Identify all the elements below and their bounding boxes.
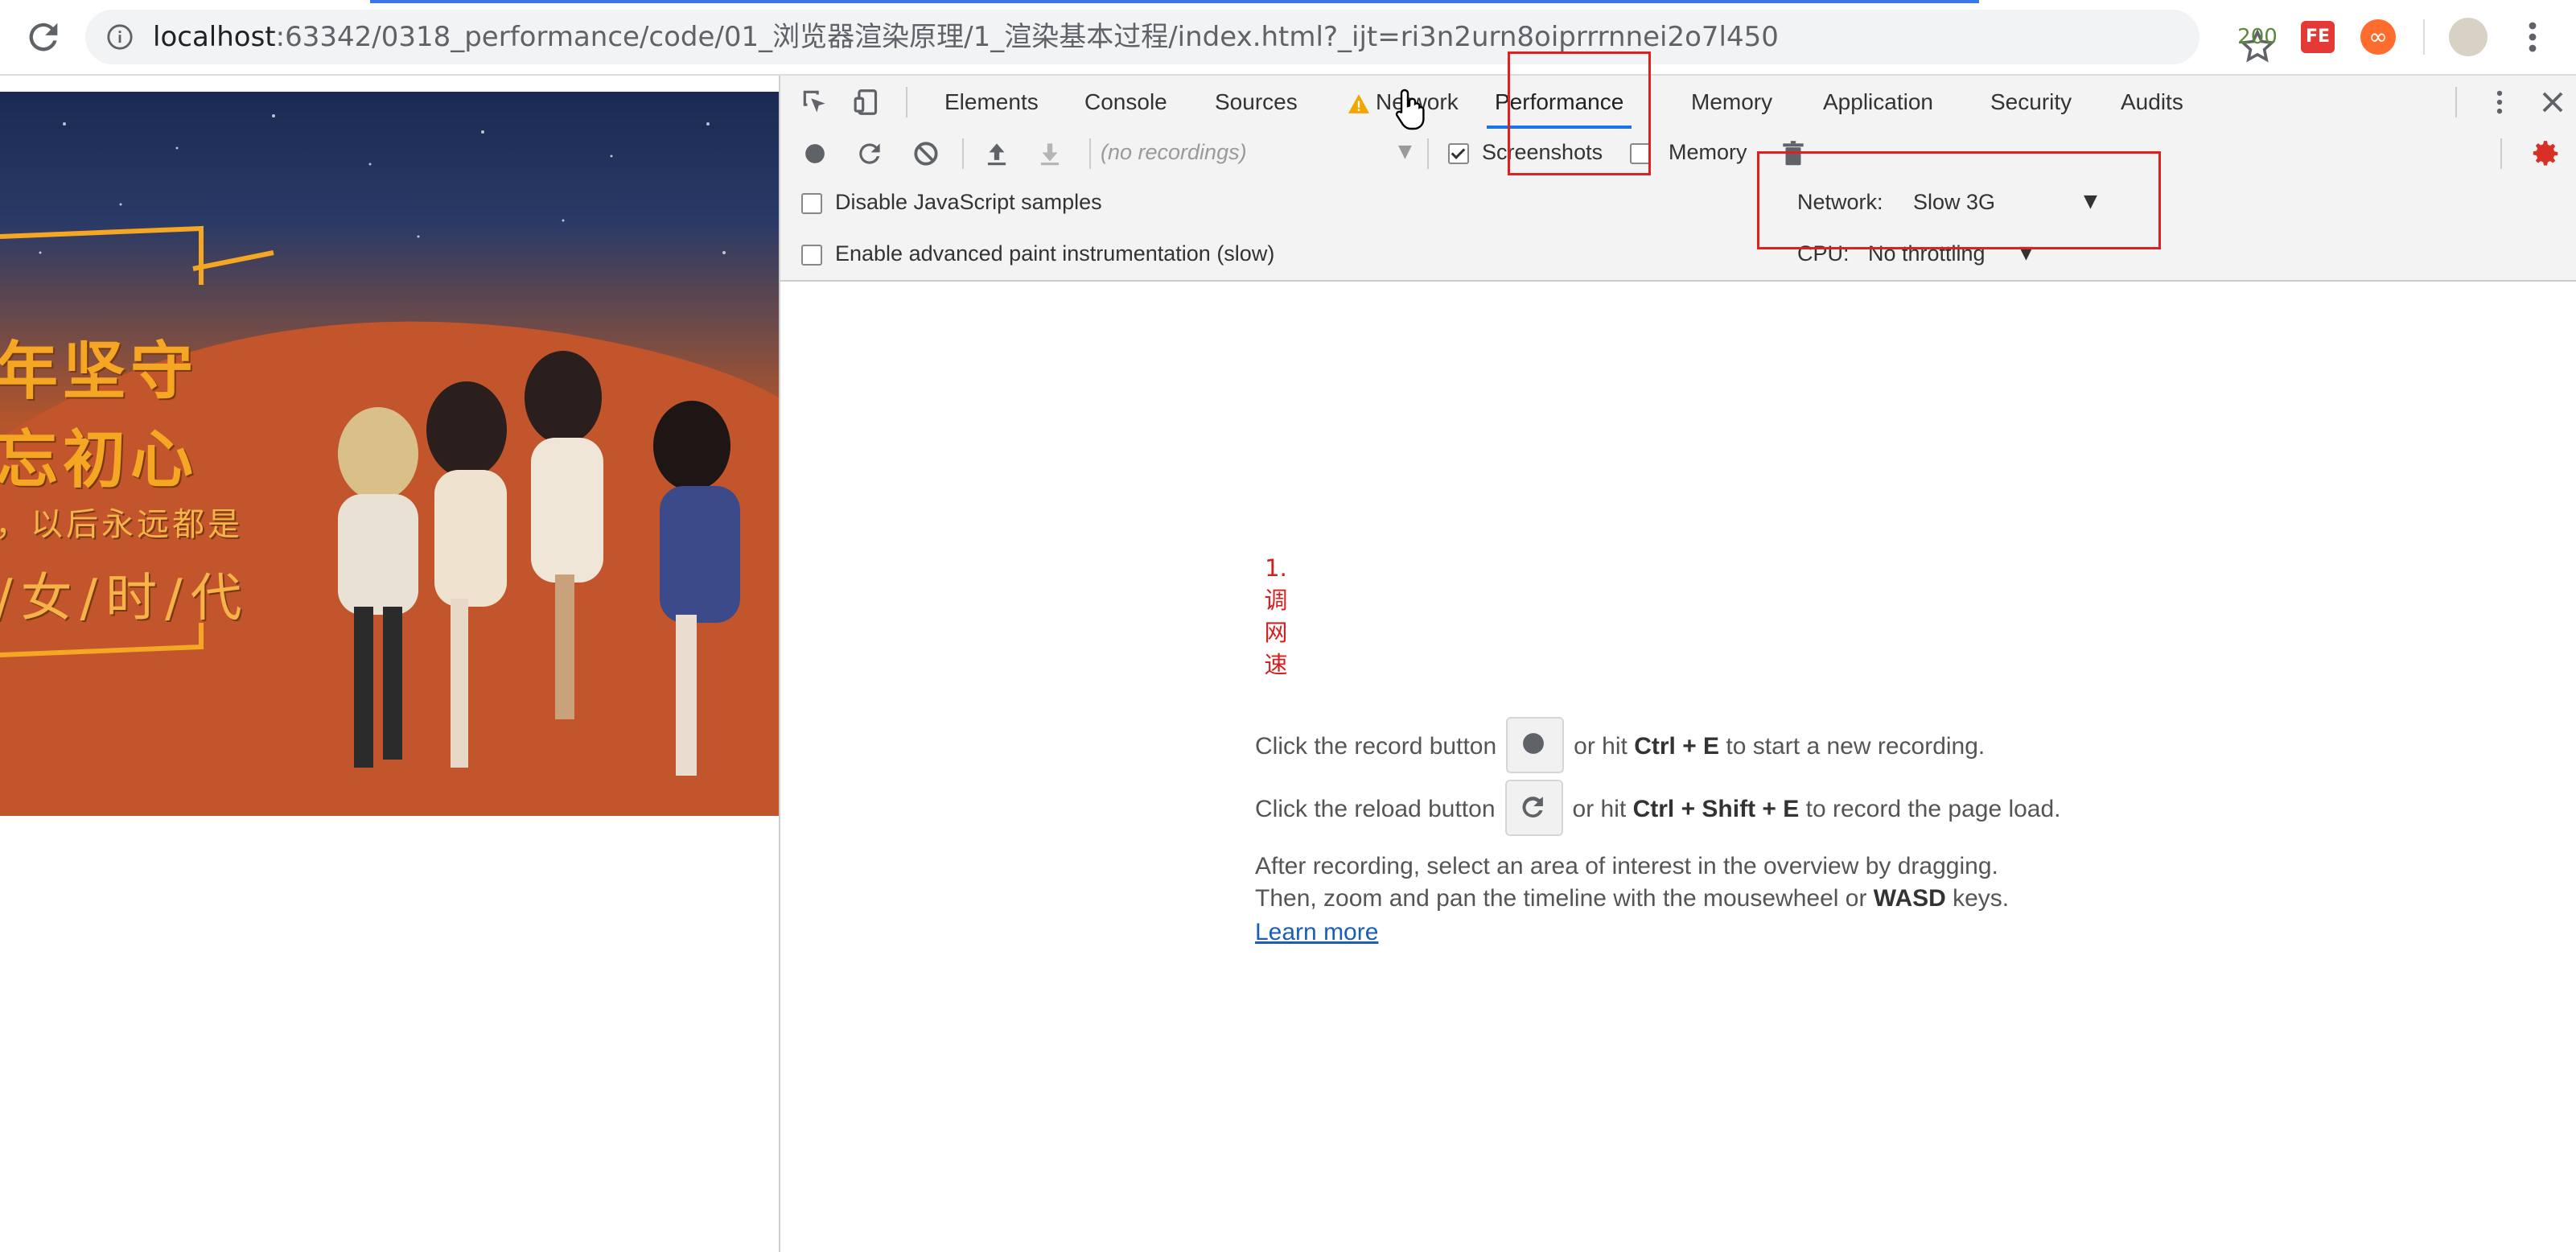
toolbar-divider — [2500, 138, 2502, 169]
tab-elements[interactable]: Elements — [944, 76, 1039, 129]
clear-icon[interactable] — [911, 138, 941, 169]
annotation-char: 网 — [1264, 619, 1288, 646]
disable-js-samples-checkbox[interactable] — [801, 193, 822, 214]
reload-button[interactable] — [1504, 780, 1563, 836]
capture-settings-gear-icon[interactable] — [2531, 138, 2562, 169]
capture-settings-pane: Disable JavaScript samples Enable advanc… — [780, 179, 2576, 282]
save-profile-icon — [1040, 143, 1060, 166]
screenshots-checkbox[interactable] — [1448, 143, 1469, 164]
tab-application[interactable]: Application — [1823, 76, 1933, 129]
reload-record-icon[interactable] — [854, 138, 885, 169]
toolbar-divider — [962, 138, 964, 169]
record-icon[interactable] — [800, 138, 830, 169]
record-button[interactable] — [1506, 717, 1565, 773]
zoom-pan-hint: Then, zoom and pan the timeline with the… — [1255, 885, 2010, 912]
hand-cursor-icon — [1395, 89, 1425, 130]
banner-headline-1: 年坚守 — [0, 336, 199, 408]
extension-counter-icon[interactable]: 200 — [2233, 19, 2282, 55]
toolbar-divider — [1427, 138, 1429, 169]
after-recording-hint: After recording, select an area of inter… — [1255, 853, 1998, 879]
record-icon — [1523, 733, 1545, 754]
tab-audits[interactable]: Audits — [2121, 76, 2183, 129]
learn-more-link[interactable]: Learn more — [1255, 919, 1378, 945]
annotation-char: 调 — [1264, 587, 1288, 614]
banner-tagline: /女/时/代 — [0, 569, 250, 628]
learn-more-row: Learn more — [1255, 919, 1378, 946]
annotation-number: 1. — [1265, 554, 1287, 582]
tabbar-divider — [2455, 87, 2457, 117]
reload-instruction: Click the reload button or hit Ctrl + Shi… — [1255, 780, 2061, 838]
profile-avatar[interactable] — [2449, 18, 2488, 56]
toolbar-divider — [2423, 19, 2425, 55]
address-bar[interactable]: localhost:63342/0318_performance/code/01… — [85, 10, 2276, 64]
tab-console[interactable]: Console — [1084, 76, 1167, 129]
recordings-select[interactable]: (no recordings) — [1101, 140, 1247, 165]
tab-sources[interactable]: Sources — [1215, 76, 1298, 129]
more-options-icon[interactable] — [2484, 87, 2515, 117]
tabbar-divider — [906, 87, 907, 117]
memory-label: Memory — [1669, 140, 1747, 164]
tab-memory[interactable]: Memory — [1691, 76, 1772, 129]
toolbar-divider — [1089, 138, 1091, 169]
disable-js-samples-label: Disable JavaScript samples — [835, 190, 1102, 214]
annotation-char: 速 — [1264, 651, 1288, 678]
load-profile-icon[interactable] — [981, 138, 1012, 169]
enable-paint-checkbox[interactable] — [801, 245, 822, 266]
browser-toolbar: localhost:63342/0318_performance/code/01… — [0, 0, 2576, 76]
device-toolbar-icon[interactable] — [853, 87, 883, 117]
kebab-menu-icon[interactable] — [2516, 18, 2549, 56]
extension-infinity-icon[interactable]: ∞ — [2360, 19, 2396, 55]
record-instruction: Click the record button or hit Ctrl + E t… — [1255, 717, 1985, 776]
banner-headline-2: 忘初心 — [0, 424, 199, 496]
devtools-panel: Elements Console Sources Network Perform… — [779, 51, 2576, 1252]
page-viewport: 年坚守 忘初心 ，以后永远都是 /女/时/代 — [0, 76, 779, 1252]
enable-paint-label: Enable advanced paint instrumentation (s… — [835, 241, 1275, 266]
performance-toolbar: (no recordings) ▼ Screenshots Memory — [780, 129, 2576, 180]
highlight-performance-tab — [1508, 51, 1651, 175]
recordings-dropdown-icon[interactable]: ▼ — [1398, 142, 1412, 162]
banner-image: 年坚守 忘初心 ，以后永远都是 /女/时/代 — [0, 92, 779, 816]
tab-strip-accent — [370, 0, 1979, 3]
warning-icon — [1348, 94, 1369, 113]
banner-subline: ，以后永远都是 — [0, 506, 243, 543]
url-text: localhost:63342/0318_performance/code/01… — [153, 21, 1779, 53]
reload-icon[interactable] — [23, 16, 64, 58]
annotation-note: 1. 调 网 速 — [1260, 552, 1292, 681]
info-icon[interactable] — [106, 23, 134, 51]
extension-fe-icon[interactable]: FE — [2301, 21, 2335, 53]
reload-icon — [1522, 797, 1543, 818]
tab-security[interactable]: Security — [1990, 76, 2072, 129]
inspect-element-icon[interactable] — [800, 87, 830, 117]
close-devtools-icon[interactable] — [2537, 87, 2568, 117]
devtools-tabbar: Elements Console Sources Network Perform… — [780, 76, 2576, 130]
highlight-network-throttle — [1757, 151, 2161, 249]
